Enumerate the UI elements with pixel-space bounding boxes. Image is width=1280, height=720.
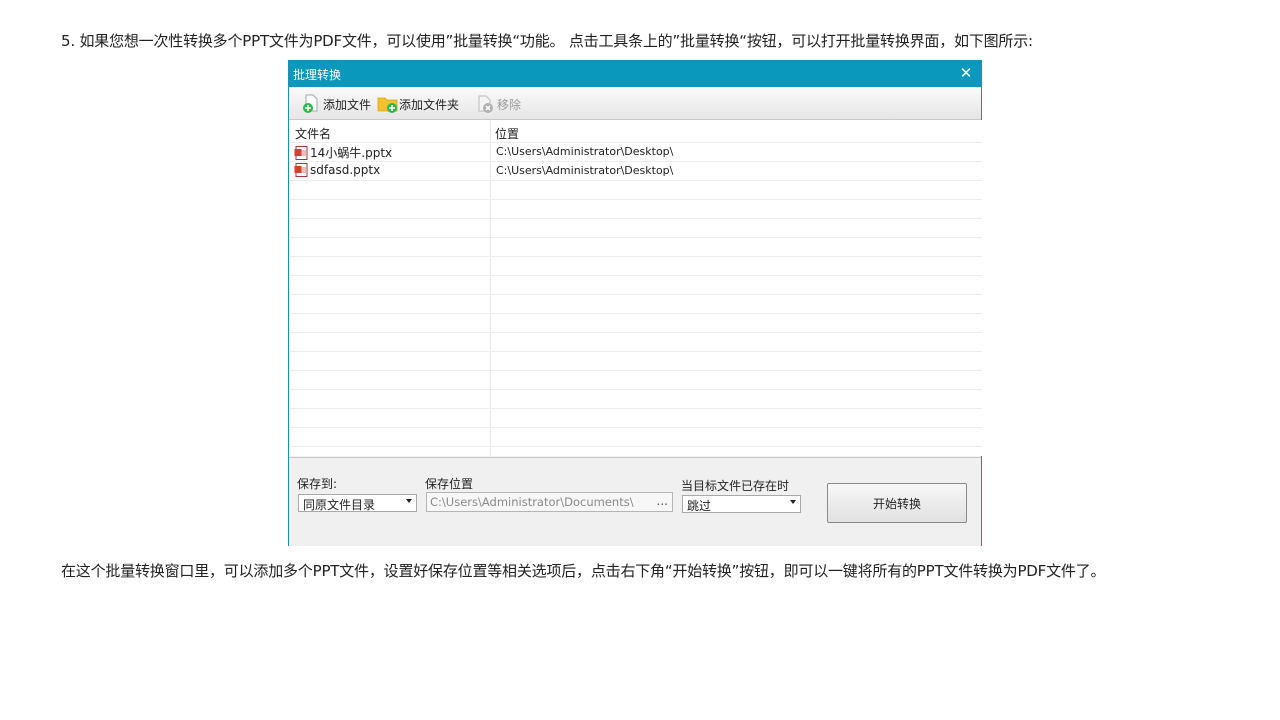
save-to-select[interactable]: 同原文件目录 — [298, 494, 417, 512]
file-list[interactable]: 文件名 位置 14小蜗牛.pptx C:\Users\Administrator… — [290, 120, 982, 456]
browse-button[interactable]: ... — [657, 494, 668, 508]
add-file-icon — [301, 94, 321, 114]
empty-row — [290, 313, 982, 332]
batch-convert-dialog: 批理转换 ✕ 添加文件 添加文件夹 移除 文件名 位置 14小蜗牛.pptx C… — [288, 60, 982, 546]
empty-row — [290, 408, 982, 427]
empty-row — [290, 389, 982, 408]
start-convert-button[interactable]: 开始转换 — [827, 483, 967, 523]
save-location-label: 保存位置 — [425, 477, 474, 491]
empty-row — [290, 370, 982, 389]
save-to-label: 保存到: — [297, 477, 338, 491]
column-header-location[interactable]: 位置 — [495, 125, 519, 142]
add-folder-button[interactable]: 添加文件夹 — [377, 93, 459, 115]
save-location-field: ... — [426, 492, 673, 512]
add-folder-icon — [377, 94, 398, 114]
remove-icon — [475, 94, 495, 114]
chevron-down-icon — [790, 500, 796, 504]
close-icon[interactable]: ✕ — [957, 63, 975, 83]
empty-row — [290, 351, 982, 370]
table-row[interactable]: 14小蜗牛.pptx C:\Users\Administrator\Deskto… — [290, 142, 982, 161]
empty-row — [290, 294, 982, 313]
pptx-file-icon — [294, 145, 308, 160]
pptx-file-icon — [294, 163, 308, 177]
remove-label: 移除 — [497, 97, 522, 112]
file-location: C:\Users\Administrator\Desktop\ — [496, 164, 674, 177]
empty-row — [290, 446, 982, 456]
exists-action-select[interactable]: 跳过 — [682, 495, 801, 513]
empty-row — [290, 256, 982, 275]
empty-row — [290, 427, 982, 446]
add-file-button[interactable]: 添加文件 — [301, 93, 371, 115]
column-header-name[interactable]: 文件名 — [295, 125, 331, 142]
file-name: sdfasd.pptx — [310, 163, 381, 177]
toolbar: 添加文件 添加文件夹 移除 — [289, 87, 981, 120]
options-panel: 保存到: 同原文件目录 保存位置 ... 当目标文件已存在时 跳过 开始转换 — [289, 457, 981, 546]
list-header: 文件名 位置 — [290, 120, 982, 142]
empty-row — [290, 332, 982, 351]
step5-paragraph: 5. 如果您想一次性转换多个PPT文件为PDF文件，可以使用”批量转换“功能。 … — [61, 32, 1033, 50]
after-paragraph: 在这个批量转换窗口里，可以添加多个PPT文件，设置好保存位置等相关选项后，点击右… — [61, 562, 1106, 580]
file-name: 14小蜗牛.pptx — [310, 146, 393, 160]
empty-row — [290, 218, 982, 237]
save-to-value: 同原文件目录 — [303, 498, 376, 512]
add-file-label: 添加文件 — [323, 97, 372, 112]
empty-row — [290, 180, 982, 199]
table-row[interactable]: sdfasd.pptx C:\Users\Administrator\Deskt… — [290, 161, 982, 180]
empty-row — [290, 199, 982, 218]
exists-label: 当目标文件已存在时 — [681, 479, 790, 493]
chevron-down-icon — [406, 499, 412, 503]
save-location-input[interactable] — [427, 493, 650, 509]
remove-button[interactable]: 移除 — [475, 93, 521, 115]
exists-action-value: 跳过 — [687, 499, 712, 513]
dialog-title: 批理转换 — [293, 68, 342, 82]
file-location: C:\Users\Administrator\Desktop\ — [496, 145, 674, 158]
dialog-titlebar: 批理转换 ✕ — [289, 61, 981, 87]
empty-row — [290, 275, 982, 294]
add-folder-label: 添加文件夹 — [399, 97, 460, 112]
empty-row — [290, 237, 982, 256]
